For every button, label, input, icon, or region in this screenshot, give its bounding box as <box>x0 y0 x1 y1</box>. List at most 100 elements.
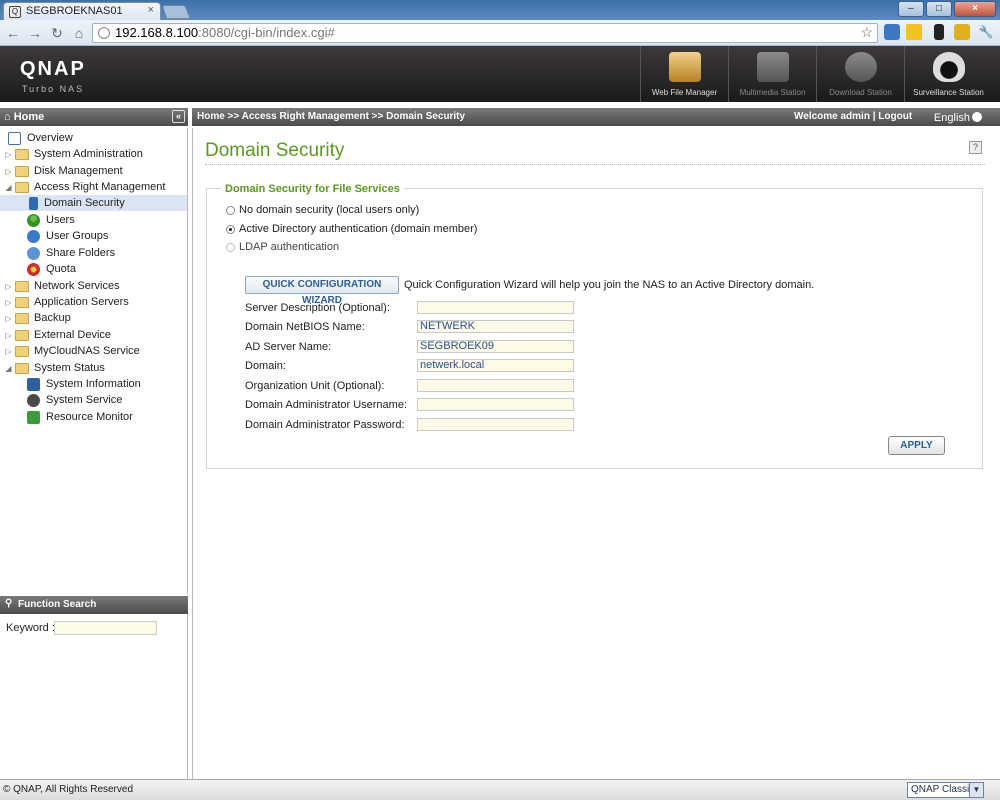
forward-icon[interactable]: → <box>26 24 44 42</box>
address-bar[interactable]: 192.168.8.100:8080/cgi-bin/index.cgi# ☆ <box>92 23 878 43</box>
extension-icon-3[interactable] <box>934 24 944 40</box>
radio-label: No domain security (local users only) <box>239 204 420 216</box>
sidebar-item-system-information[interactable]: System Information <box>27 376 141 392</box>
browser-titlebar: Q SEGBROEKNAS01 × – □ × <box>0 0 1000 20</box>
sidebar-item-label: MyCloudNAS Service <box>34 345 140 357</box>
radio-ldap[interactable]: LDAP authentication <box>226 241 339 253</box>
web-file-manager-button[interactable]: Web File Manager <box>640 46 728 102</box>
sidebar-header: ⌂ Home « <box>0 108 188 126</box>
sidebar-item-resource-monitor[interactable]: Resource Monitor <box>27 409 133 425</box>
sidebar-item-system-service[interactable]: System Service <box>27 392 122 408</box>
radio-button-selected[interactable] <box>226 224 235 234</box>
sidebar-home-label[interactable]: Home <box>14 111 45 123</box>
ui-mode-select[interactable]: QNAP Classic ▼ <box>907 782 984 798</box>
collapse-icon[interactable]: ◢ <box>4 364 13 373</box>
server-description-label: Server Description (Optional): <box>245 302 390 314</box>
app-label: Download Station <box>829 88 892 97</box>
surveillance-station-button[interactable]: Surveillance Station <box>904 46 992 102</box>
bookmark-star-icon[interactable]: ☆ <box>860 24 873 41</box>
sidebar-item-overview[interactable]: Overview <box>8 130 73 146</box>
home-icon[interactable]: ⌂ <box>70 24 88 42</box>
chevron-down-icon[interactable]: ▼ <box>969 783 983 797</box>
sidebar-item-users[interactable]: Users <box>27 212 75 228</box>
sidebar-item-application-servers[interactable]: ▷ Application Servers <box>4 294 128 310</box>
breadcrumb[interactable]: Home >> Access Right Management >> Domai… <box>197 111 465 122</box>
new-tab-button[interactable] <box>161 5 191 19</box>
folder-icon <box>15 165 29 177</box>
organization-unit-input[interactable] <box>417 379 574 392</box>
function-search-panel: Keyword : <box>0 614 188 779</box>
expand-icon[interactable]: ▷ <box>4 282 13 291</box>
wizard-description: Quick Configuration Wizard will help you… <box>404 279 815 291</box>
help-icon[interactable]: ? <box>969 141 982 154</box>
back-icon[interactable]: ← <box>4 24 22 42</box>
page-info-icon[interactable] <box>98 27 110 39</box>
expand-icon[interactable]: ▷ <box>4 331 13 340</box>
expand-icon[interactable]: ▷ <box>4 167 13 176</box>
main-content: Domain Security ? Domain Security for Fi… <box>192 128 1000 779</box>
browser-tab[interactable]: Q SEGBROEKNAS01 × <box>3 2 161 20</box>
collapse-icon[interactable]: ◢ <box>4 183 13 192</box>
sidebar-item-label: Overview <box>27 132 73 144</box>
admin-username-input[interactable] <box>417 398 574 411</box>
extension-icon-1[interactable] <box>884 24 900 40</box>
sidebar-item-label: Resource Monitor <box>46 411 133 423</box>
sidebar-item-system-administration[interactable]: ▷ System Administration <box>4 146 142 162</box>
sidebar-item-share-folders[interactable]: Share Folders <box>27 245 115 261</box>
sidebar-item-quota[interactable]: Quota <box>27 261 76 277</box>
netbios-name-input[interactable]: NETWERK <box>417 320 574 333</box>
radio-active-directory[interactable]: Active Directory authentication (domain … <box>226 223 477 235</box>
expand-icon[interactable]: ▷ <box>4 347 13 356</box>
open-folder-icon <box>15 181 29 193</box>
system-information-icon <box>27 377 40 391</box>
tab-close-icon[interactable]: × <box>148 4 154 16</box>
app-launcher: Web File Manager Multimedia Station Down… <box>640 46 992 102</box>
download-station-icon <box>844 52 877 82</box>
tab-title: SEGBROEKNAS01 <box>26 5 123 17</box>
expand-icon[interactable]: ▷ <box>4 150 13 159</box>
keyword-input[interactable] <box>54 621 157 635</box>
domain-input[interactable]: netwerk.local <box>417 359 574 372</box>
navigation-tree: Overview ▷ System Administration ▷ Disk … <box>0 128 188 594</box>
minimize-button[interactable]: – <box>898 1 924 17</box>
sidebar-item-access-right-management[interactable]: ◢ Access Right Management <box>4 179 165 195</box>
welcome-logout[interactable]: Welcome admin | Logout <box>794 111 912 122</box>
sidebar-item-disk-management[interactable]: ▷ Disk Management <box>4 163 122 179</box>
reload-icon[interactable]: ↻ <box>48 24 66 42</box>
keyword-label: Keyword : <box>6 622 55 634</box>
browser-toolbar: ← → ↻ ⌂ 192.168.8.100:8080/cgi-bin/index… <box>0 20 1000 46</box>
sidebar-item-domain-security[interactable]: Domain Security <box>0 195 187 211</box>
sidebar-item-mycloudnas-service[interactable]: ▷ MyCloudNAS Service <box>4 343 140 359</box>
wrench-icon[interactable]: 🔧 <box>978 24 994 40</box>
maximize-button[interactable]: □ <box>926 1 952 17</box>
collapse-sidebar-button[interactable]: « <box>172 110 185 123</box>
sidebar-item-system-status[interactable]: ◢ System Status <box>4 360 105 376</box>
expand-icon[interactable]: ▷ <box>4 314 13 323</box>
quick-configuration-wizard-button[interactable]: QUICK CONFIGURATION WIZARD <box>245 276 399 306</box>
apply-button[interactable]: APPLY <box>888 436 945 455</box>
radio-no-domain-security[interactable]: No domain security (local users only) <box>226 204 419 216</box>
extension-icon-2[interactable] <box>906 24 922 40</box>
app-label: Surveillance Station <box>913 88 984 97</box>
download-station-button[interactable]: Download Station <box>816 46 904 102</box>
server-description-input[interactable] <box>417 301 574 314</box>
expand-icon[interactable]: ▷ <box>4 298 13 307</box>
ui-mode-value: QNAP Classic <box>911 784 975 795</box>
close-window-button[interactable]: × <box>954 1 996 17</box>
multimedia-station-button[interactable]: Multimedia Station <box>728 46 816 102</box>
extension-icon-4[interactable] <box>954 24 970 40</box>
sidebar-item-label: Backup <box>34 312 71 324</box>
sidebar-item-external-device[interactable]: ▷ External Device <box>4 327 111 343</box>
url-host: 192.168.8.100 <box>115 25 199 40</box>
ad-server-name-input[interactable]: SEGBROEK09 <box>417 340 574 353</box>
admin-password-input[interactable] <box>417 418 574 431</box>
sidebar-item-backup[interactable]: ▷ Backup <box>4 310 71 326</box>
function-search-title: Function Search <box>18 599 97 610</box>
sidebar-item-label: External Device <box>34 329 112 341</box>
radio-button[interactable] <box>226 205 235 215</box>
sidebar-item-user-groups[interactable]: User Groups <box>27 228 108 244</box>
domain-security-icon <box>29 196 38 210</box>
radio-button[interactable] <box>226 242 235 252</box>
language-selector[interactable]: English <box>934 112 982 124</box>
sidebar-item-network-services[interactable]: ▷ Network Services <box>4 278 119 294</box>
